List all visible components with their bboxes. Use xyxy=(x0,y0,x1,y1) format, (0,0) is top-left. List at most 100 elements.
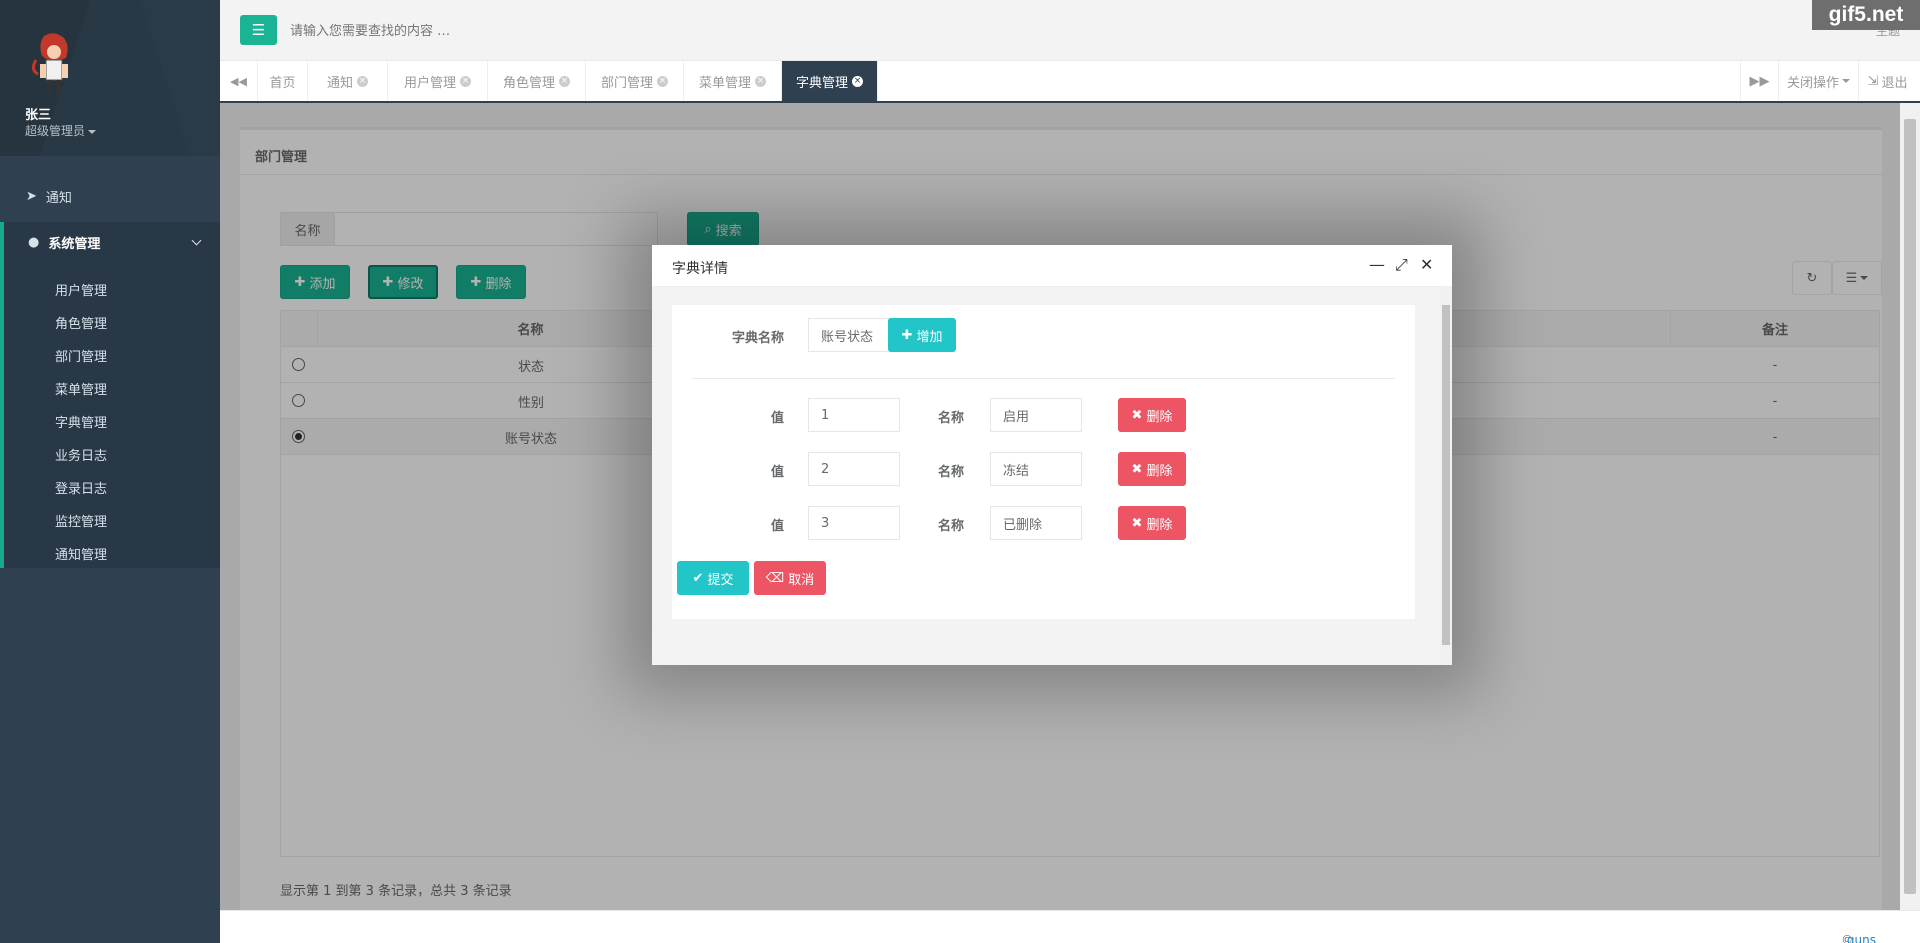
sidebar-item-label: 系统管理 xyxy=(48,236,101,252)
user-icon: ● xyxy=(28,234,40,250)
modal-header: 字典详情 — ⤢ ✕ xyxy=(652,245,1452,287)
maximize-icon[interactable]: ⤢ xyxy=(1395,255,1408,275)
times-icon: ✖ xyxy=(1131,515,1143,531)
sign-out-icon: ⇲ xyxy=(1867,73,1879,89)
dict-name-input[interactable]: 账号状态 xyxy=(808,318,900,352)
sidebar-item-dict[interactable]: 字典管理 xyxy=(55,412,107,431)
logout-label: 退出 xyxy=(1881,75,1908,91)
tab-notify[interactable]: 通知 × xyxy=(308,61,388,101)
submit-button[interactable]: ✔ 提交 xyxy=(677,561,749,595)
close-ops-label: 关闭操作 xyxy=(1786,75,1839,91)
close-icon[interactable]: × xyxy=(357,75,368,87)
close-icon[interactable]: × xyxy=(559,75,570,87)
dict-name-label: 字典名称 xyxy=(731,331,784,346)
user-role-dropdown[interactable]: 超级管理员 xyxy=(25,122,97,139)
cancel-button[interactable]: ⌫ 取消 xyxy=(754,561,826,595)
item-value-input[interactable]: 2 xyxy=(808,452,900,486)
tab-home[interactable]: 首页 xyxy=(258,61,308,101)
eraser-icon: ⌫ xyxy=(765,570,785,586)
sidebar: 张三 超级管理员 ➤ 通知 ● 系统管理 用户管理 角色管理 部门管理 菜单管理… xyxy=(0,0,220,943)
form-divider xyxy=(692,378,1395,379)
brand-link[interactable]: guns xyxy=(1847,933,1876,943)
delete-item-label: 删除 xyxy=(1146,463,1173,479)
value-label: 值 xyxy=(770,411,784,426)
tab-scroll-left-button[interactable]: ◀◀ xyxy=(220,61,258,101)
submit-label: 提交 xyxy=(707,572,734,588)
minimize-icon[interactable]: — xyxy=(1369,255,1385,274)
value-label: 值 xyxy=(770,465,784,480)
caret-down-icon xyxy=(1842,79,1850,83)
delete-item-label: 删除 xyxy=(1146,409,1173,425)
user-role: 超级管理员 xyxy=(25,124,86,138)
system-submenu: 用户管理 角色管理 部门管理 菜单管理 字典管理 业务日志 登录日志 监控管理 … xyxy=(0,262,220,568)
tab-label: 通知 xyxy=(326,75,353,91)
sidebar-item-bizlog[interactable]: 业务日志 xyxy=(55,445,107,464)
search-input[interactable] xyxy=(290,18,690,44)
page-scrollbar[interactable] xyxy=(1900,103,1920,910)
tab-label: 部门管理 xyxy=(600,75,653,91)
delete-item-button[interactable]: ✖ 删除 xyxy=(1118,398,1186,432)
avatar[interactable] xyxy=(26,30,80,98)
item-name-input[interactable]: 已删除 xyxy=(990,506,1082,540)
add-item-label: 增加 xyxy=(916,329,943,345)
backward-icon: ◀◀ xyxy=(230,74,247,88)
caret-down-icon xyxy=(88,129,97,134)
tab-menu-mgmt[interactable]: 菜单管理 × xyxy=(684,61,782,101)
user-name: 张三 xyxy=(25,108,52,123)
tab-bar: ◀◀ 首页 通知 × 用户管理 × 角色管理 × 部门管理 × 菜单管理 × 字典管理 × … xyxy=(220,61,1920,103)
sidebar-item-monitor[interactable]: 监控管理 xyxy=(55,511,107,530)
sidebar-item-user[interactable]: 用户管理 xyxy=(55,280,107,299)
sidebar-item-noticemgr[interactable]: 通知管理 xyxy=(55,544,107,563)
menu-toggle-button[interactable]: ☰ xyxy=(240,15,277,45)
footer: © 2016-2017 guns xyxy=(220,910,1920,943)
close-icon[interactable]: × xyxy=(755,75,766,87)
sidebar-item-menu[interactable]: 菜单管理 xyxy=(55,379,107,398)
modal-scrollbar[interactable] xyxy=(1440,287,1452,665)
tab-dept-mgmt[interactable]: 部门管理 × xyxy=(586,61,684,101)
profile-panel: 张三 超级管理员 xyxy=(0,0,220,156)
tab-label: 菜单管理 xyxy=(698,75,751,91)
scrollbar-thumb[interactable] xyxy=(1904,119,1916,894)
tab-role-mgmt[interactable]: 角色管理 × xyxy=(488,61,586,101)
modal-body: 字典名称 账号状态 ✚ 增加 值 1 名称 启用 ✖ 删除 值 2 名称 冻结 ✖ 删… xyxy=(652,287,1440,665)
sidebar-item-system[interactable]: ● 系统管理 xyxy=(0,222,220,262)
close-icon[interactable]: × xyxy=(852,75,863,87)
paper-plane-icon: ➤ xyxy=(26,188,37,204)
tab-dict-mgmt[interactable]: 字典管理 × xyxy=(782,61,878,101)
value-label: 值 xyxy=(770,519,784,534)
item-value-input[interactable]: 3 xyxy=(808,506,900,540)
close-icon[interactable]: ✕ xyxy=(1420,255,1433,274)
watermark: gif5.net xyxy=(1812,0,1920,30)
dict-detail-modal: 字典详情 — ⤢ ✕ 字典名称 账号状态 ✚ 增加 值 1 名称 启用 ✖ 删除 值… xyxy=(652,245,1452,665)
check-icon: ✔ xyxy=(692,570,704,586)
close-icon[interactable]: × xyxy=(460,75,471,87)
item-name-input[interactable]: 冻结 xyxy=(990,452,1082,486)
item-name-input[interactable]: 启用 xyxy=(990,398,1082,432)
add-item-button[interactable]: ✚ 增加 xyxy=(888,318,956,352)
times-icon: ✖ xyxy=(1131,461,1143,477)
tab-scroll-right-button[interactable]: ▶▶ xyxy=(1740,61,1778,101)
close-ops-dropdown[interactable]: 关闭操作 xyxy=(1778,61,1858,101)
sidebar-item-dept[interactable]: 部门管理 xyxy=(55,346,107,365)
sidebar-item-notify[interactable]: ➤ 通知 xyxy=(0,176,220,216)
name-label: 名称 xyxy=(937,519,964,534)
sidebar-item-loginlog[interactable]: 登录日志 xyxy=(55,478,107,497)
tab-label: 角色管理 xyxy=(502,75,555,91)
tab-user-mgmt[interactable]: 用户管理 × xyxy=(388,61,488,101)
delete-item-button[interactable]: ✖ 删除 xyxy=(1118,506,1186,540)
tab-label: 首页 xyxy=(269,75,296,91)
modal-title: 字典详情 xyxy=(672,261,728,277)
bars-icon: ☰ xyxy=(251,21,266,39)
sidebar-item-role[interactable]: 角色管理 xyxy=(55,313,107,332)
tab-label: 用户管理 xyxy=(403,75,456,91)
tab-label: 字典管理 xyxy=(795,75,848,91)
item-value-input[interactable]: 1 xyxy=(808,398,900,432)
name-label: 名称 xyxy=(937,411,964,426)
times-icon: ✖ xyxy=(1131,407,1143,423)
logout-button[interactable]: ⇲ 退出 xyxy=(1858,61,1916,101)
scrollbar-thumb[interactable] xyxy=(1442,305,1450,645)
close-icon[interactable]: × xyxy=(657,75,668,87)
delete-item-button[interactable]: ✖ 删除 xyxy=(1118,452,1186,486)
delete-item-label: 删除 xyxy=(1146,517,1173,533)
top-header: ☰ 主题 gif5.net xyxy=(220,0,1920,61)
